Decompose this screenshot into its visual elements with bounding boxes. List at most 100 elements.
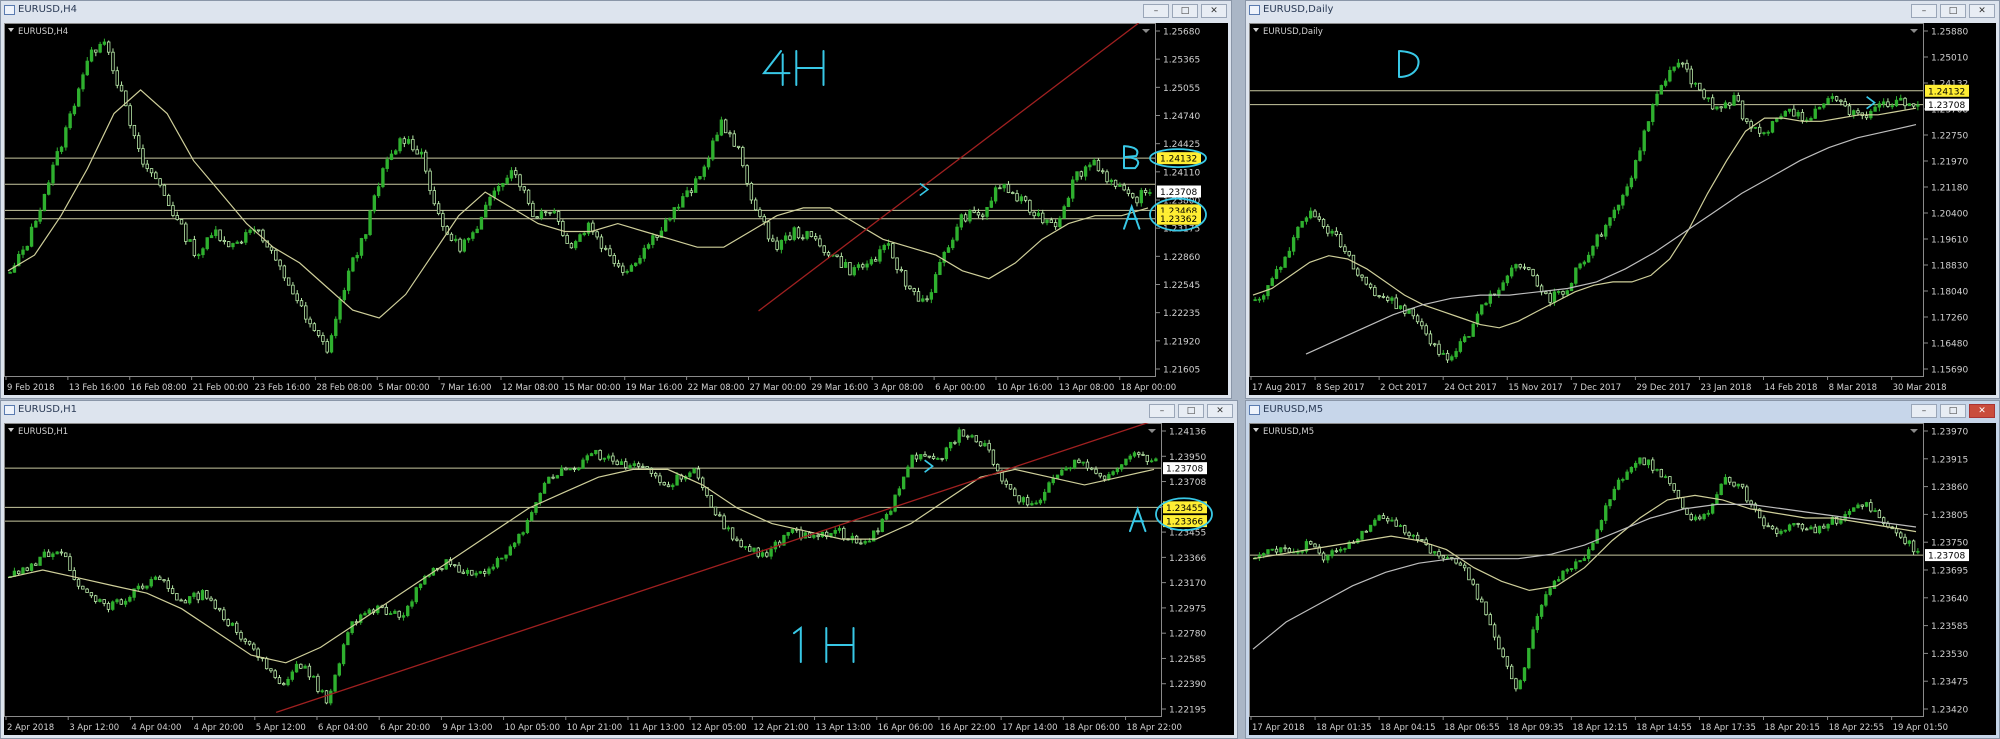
candle-body (1149, 460, 1154, 463)
window-titlebar[interactable]: EURUSD,M5 – □ ✕ (1246, 401, 1999, 421)
candle-body (1604, 224, 1608, 237)
candle-body (269, 246, 274, 251)
candle-body (1693, 82, 1698, 85)
candle-body (547, 476, 551, 484)
candle-body (179, 599, 183, 602)
maximize-button[interactable]: □ (1178, 404, 1204, 418)
candle-body (873, 259, 878, 262)
symbol-menu-icon[interactable] (1253, 428, 1259, 432)
candle-body (1792, 108, 1796, 117)
window-titlebar[interactable]: EURUSD,H4 – □ ✕ (1, 1, 1231, 21)
candle-body (1894, 99, 1899, 107)
candle-body (1445, 352, 1450, 361)
price-tick-label: 1.23915 (1931, 455, 1968, 465)
candle-body (278, 259, 282, 267)
candle-body (1672, 483, 1676, 491)
symbol-menu-icon[interactable] (8, 428, 14, 432)
candle-body (1304, 217, 1309, 222)
candle-body (612, 255, 616, 264)
candle-body (914, 454, 919, 460)
candle-body (816, 534, 820, 538)
ma-fast-line (1252, 107, 1917, 329)
candle-body (1119, 464, 1124, 470)
candle-body (38, 556, 42, 566)
candle-body (1445, 557, 1450, 559)
trend-line[interactable] (275, 423, 1156, 713)
candle-body (42, 193, 47, 212)
candle-body (1115, 468, 1120, 473)
maximize-button[interactable]: □ (1940, 4, 1966, 18)
chart-area[interactable]: 1.23970 1.23915 1.23860 1.23805 1.23750 1.236… (1249, 423, 1996, 735)
candle-body (1719, 106, 1723, 109)
chart-shift-icon[interactable] (1142, 29, 1150, 33)
candle-body (512, 542, 517, 548)
chart-window-icon (4, 5, 15, 15)
candle-body (1501, 648, 1505, 658)
chart-window-h1[interactable]: EURUSD,H1–□✕1.241361.239501.237081.23560… (0, 400, 1238, 739)
minimize-button[interactable]: – (1143, 4, 1169, 18)
candle-body (1847, 510, 1852, 515)
candle-body (154, 172, 158, 180)
candle-body (111, 51, 115, 72)
maximize-button[interactable]: □ (1172, 4, 1198, 18)
close-button[interactable]: ✕ (1207, 404, 1233, 418)
chart-window-d1[interactable]: EURUSD,Daily –□✕1.25880 1.25010 1.24132 1.23… (1245, 0, 2000, 399)
candle-body (668, 217, 672, 221)
candle-body (252, 643, 256, 650)
minimize-button[interactable]: – (1911, 404, 1937, 418)
symbol-menu-icon[interactable] (1253, 28, 1259, 32)
candle-body (981, 214, 985, 217)
candle-body (337, 663, 342, 676)
window-titlebar[interactable]: EURUSD,H1 – □ ✕ (1, 401, 1237, 421)
close-button[interactable]: ✕ (1201, 4, 1227, 18)
time-tick-label: 4 Apr 04:00 (131, 723, 181, 733)
trend-line[interactable] (758, 23, 1140, 312)
chart-window-m5[interactable]: EURUSD,M5 – □ ✕ 1.23970 1.23915 1.23860 1.23805… (1245, 400, 2000, 739)
candle-body (1518, 680, 1522, 690)
candle-body (1471, 323, 1475, 337)
close-button[interactable]: ✕ (1969, 4, 1995, 18)
candle-body (1693, 516, 1698, 521)
candle-body (29, 563, 34, 571)
candle-body (944, 447, 949, 460)
candle-body (1805, 528, 1809, 531)
chart-window-h4[interactable]: EURUSD,H4 – □ ✕ 1.25680 1.25365 1.25055 1.24740… (0, 0, 1232, 399)
chart-area[interactable]: 1.241361.239501.237081.235601.234551.233… (4, 423, 1234, 735)
price-tick-label: 1.25365 (1163, 56, 1200, 66)
candle-body (209, 597, 213, 601)
close-button[interactable]: ✕ (1969, 404, 1995, 418)
candle-body (1775, 528, 1779, 534)
candle-body (432, 190, 437, 205)
level-badge-label: 1.23362 (1160, 215, 1197, 225)
candle-body (440, 568, 444, 570)
candle-body (482, 571, 487, 574)
window-titlebar[interactable]: EURUSD,Daily – □ ✕ (1246, 1, 1999, 21)
minimize-button[interactable]: – (1911, 4, 1937, 18)
candle-body (1274, 269, 1279, 279)
candle-body (730, 527, 735, 540)
chart-shift-icon[interactable] (1910, 29, 1918, 33)
candle-body (1595, 529, 1599, 544)
candle-body (753, 199, 758, 211)
chart-shift-icon[interactable] (1910, 429, 1918, 433)
candle-body (1873, 106, 1877, 112)
maximize-button[interactable]: □ (1940, 404, 1966, 418)
candle-body (929, 292, 934, 300)
candle-body (878, 249, 882, 262)
minimize-button[interactable]: – (1149, 404, 1175, 418)
candle-body (698, 176, 702, 180)
candle-body (1856, 110, 1860, 114)
candle-body (1066, 197, 1071, 208)
candle-body (94, 49, 98, 53)
candle-body (572, 468, 577, 471)
candle-body (1809, 118, 1813, 121)
price-tick-label: 1.20400 (1931, 210, 1968, 220)
symbol-menu-icon[interactable] (8, 28, 14, 32)
candle-body (1839, 519, 1843, 524)
candle-body (1111, 471, 1115, 475)
candle-body (826, 252, 831, 256)
chart-area[interactable]: 1.25680 1.25365 1.25055 1.24740 1.24425 1.241… (4, 23, 1228, 395)
chart-shift-icon[interactable] (1148, 429, 1156, 433)
chart-area[interactable]: 1.25880 1.25010 1.24132 1.23708 1.22750 1.219… (1249, 23, 1996, 395)
candle-body (1621, 194, 1625, 206)
